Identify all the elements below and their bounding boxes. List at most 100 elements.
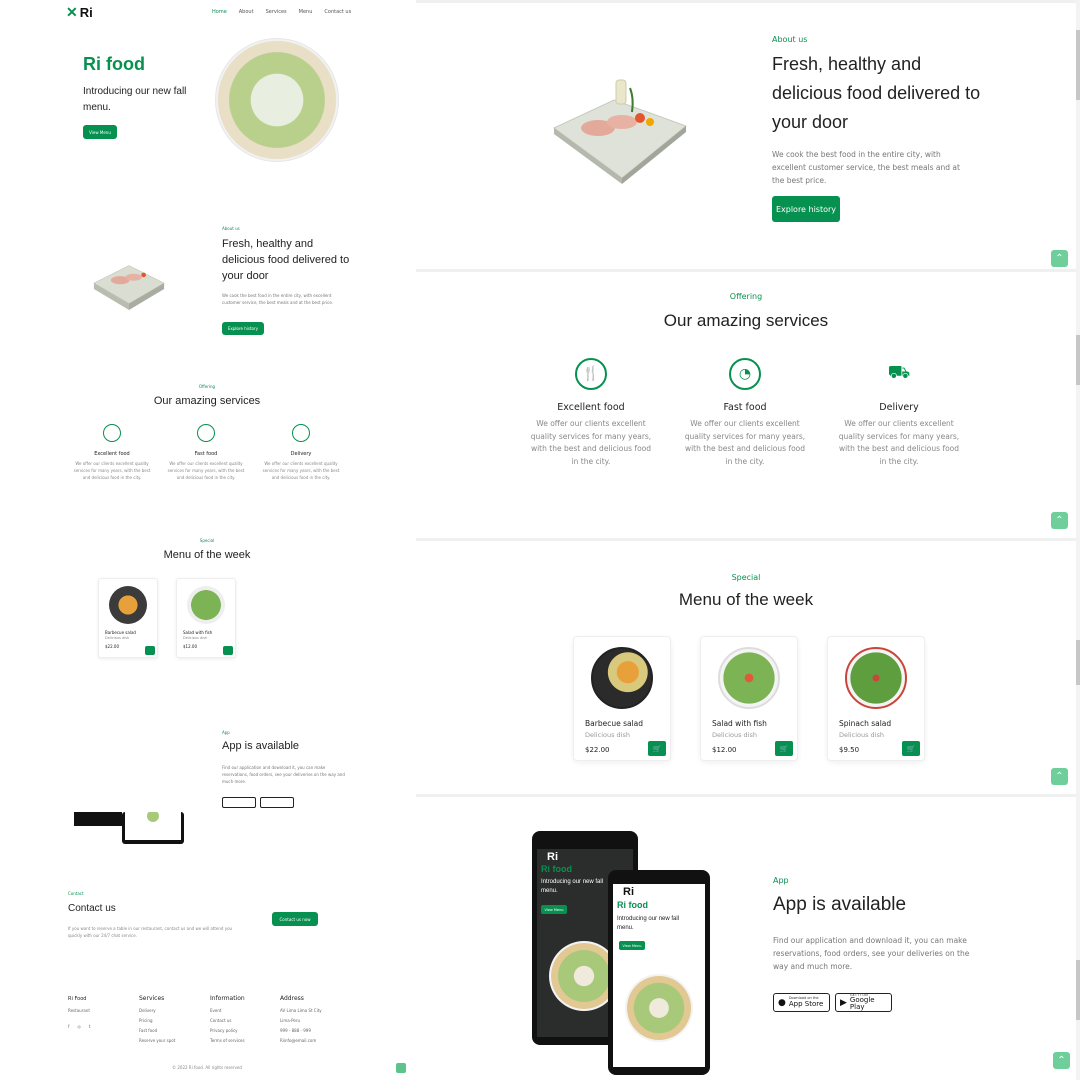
app-store-badge[interactable] [222,797,256,808]
instagram-icon[interactable]: ◎ [77,1022,81,1032]
services-title: Our amazing services [663,311,829,330]
scroll-top-button[interactable]: ⌃ [1053,1052,1070,1069]
app-label: App [773,876,789,885]
nav-about[interactable]: About [239,9,254,15]
badge-store-name: App Store [788,999,824,1008]
contact-text: If you want to reserve a table in our re… [68,926,233,938]
phone-view-menu-button: View Menu [619,941,645,950]
dish-name: Salad with fish [183,630,213,635]
phone-subtitle: Introducing our new fall menu. [617,916,680,931]
service-title: Delivery [290,451,312,457]
footer-brand-name: Ri Food [68,996,87,1002]
app-text: Find our application and download it, yo… [773,936,970,971]
scrollbar-thumb[interactable] [1076,30,1080,100]
dish-subtitle: Delicious dish [712,731,757,739]
phone-title: Ri food [617,900,648,910]
about-label: About us [772,35,808,44]
badge-store-name: Google Play [849,996,875,1012]
service-text: We offer our clients excellent quality s… [684,419,806,466]
google-play-badge[interactable] [260,797,294,808]
add-to-cart-button[interactable]: 🛒 [902,741,920,756]
chevron-up-icon: ⌃ [1057,1055,1066,1066]
service-card: Excellent food We offer our clients exce… [72,424,152,481]
social-links: f ◎ t [68,1022,91,1032]
chevron-up-icon: ⌃ [1055,253,1064,264]
explore-history-button[interactable]: Explore history [772,196,840,222]
explore-history-button[interactable]: Explore history [222,322,264,335]
service-title: Delivery [879,402,919,413]
barbecue-salad-image [591,647,653,709]
footer-column-services: Services Delivery Pricing Fast food Rese… [139,995,176,1043]
add-to-cart-button[interactable]: 🛒 [775,741,793,756]
app-title: App is available [773,894,907,915]
dish-subtitle: Delicious dish [585,731,630,739]
contact-label: Contact [68,891,84,896]
dish-icon [103,424,121,442]
add-to-cart-button[interactable] [223,646,233,655]
service-card: ⛟ Delivery We offer our clients excellen… [837,358,961,468]
phone-light-mockup: Ri Ri food Introducing our new fall menu… [608,870,710,1075]
pizza-icon [197,424,215,442]
scroll-top-button[interactable]: ⌃ [1051,512,1068,529]
section-divider [416,538,1076,541]
service-title: Fast food [194,451,218,457]
menu-card: Spinach salad Delicious dish $9.50 🛒 [827,636,925,761]
dish-subtitle: Delicious dish [839,731,884,739]
view-menu-button[interactable]: View Menu [83,125,117,139]
app-store-badge[interactable]: ● Download on the App Store [773,993,830,1012]
service-card: ◔ Fast food We offer our clients excelle… [683,358,807,468]
dish-icon: 🍴 [575,358,607,390]
phone-logo: Ri [547,851,558,863]
delivery-truck-icon [292,424,310,442]
salad-with-fish-image [718,647,780,709]
navbar: ✕ Ri Home About Services Menu Contact us [66,4,366,22]
menu-label: Special [731,573,761,582]
scroll-top-button[interactable]: ⌃ [1051,250,1068,267]
dish-subtitle: Delicious dish [183,636,208,640]
google-play-badge[interactable]: ▶ GET IT ON Google Play [835,993,892,1012]
contact-us-now-button[interactable]: Contact us now [272,912,318,926]
cart-icon: 🛒 [779,744,789,753]
pizza-icon: ◔ [729,358,761,390]
copyright: © 2022 Ri food. All rights reserved [172,1065,242,1070]
menu-title: Menu of the week [163,549,251,561]
spinach-salad-image [845,647,907,709]
about-title: Fresh, healthy and delicious food delive… [222,238,350,282]
dish-name: Spinach salad [839,719,892,728]
scrollbar-thumb[interactable] [1076,640,1080,685]
menu-card: Barbecue salad Delicious dish $22.00 [98,578,158,658]
service-title: Excellent food [557,402,625,413]
fork-knife-icon: ✕ [66,4,78,20]
nav-services[interactable]: Services [266,9,287,15]
nav-home[interactable]: Home [212,9,227,15]
section-divider [416,794,1076,797]
facebook-icon[interactable]: f [68,1022,69,1032]
scrollbar[interactable] [1076,0,1080,1080]
contact-title: Contact us [68,903,116,914]
app-label: App [222,730,230,735]
about-food-image [93,265,165,310]
add-to-cart-button[interactable]: 🛒 [648,741,666,756]
cart-icon: 🛒 [652,744,662,753]
page-preview: ✕ Ri Home About Services Menu Contact us … [0,0,414,1080]
nav-menu[interactable]: Menu [299,9,313,15]
about-title: Fresh, healthy and delicious food delive… [772,54,981,132]
section-divider [416,0,1076,3]
service-text: We offer our clients excellent quality s… [73,461,151,480]
twitter-icon[interactable]: t [89,1022,91,1032]
about-text: We cook the best food in the entire city… [772,150,960,185]
scrollbar-thumb[interactable] [1076,960,1080,1020]
logo[interactable]: ✕ Ri [66,4,93,21]
scrollbar-thumb[interactable] [1076,335,1080,385]
chevron-up-icon: ⌃ [1055,515,1064,526]
menu-card: Salad with fish Delicious dish $12.00 [176,578,236,658]
service-text: We offer our clients excellent quality s… [262,461,340,480]
add-to-cart-button[interactable] [145,646,155,655]
nav-contact[interactable]: Contact us [324,9,351,15]
services-label: Offering [198,384,216,389]
scroll-top-button[interactable]: ⌃ [1051,768,1068,785]
hero-title: Ri food [83,54,145,74]
dish-name: Barbecue salad [105,630,136,635]
chevron-up-icon: ⌃ [1055,771,1064,782]
scroll-top-button[interactable] [396,1063,406,1073]
